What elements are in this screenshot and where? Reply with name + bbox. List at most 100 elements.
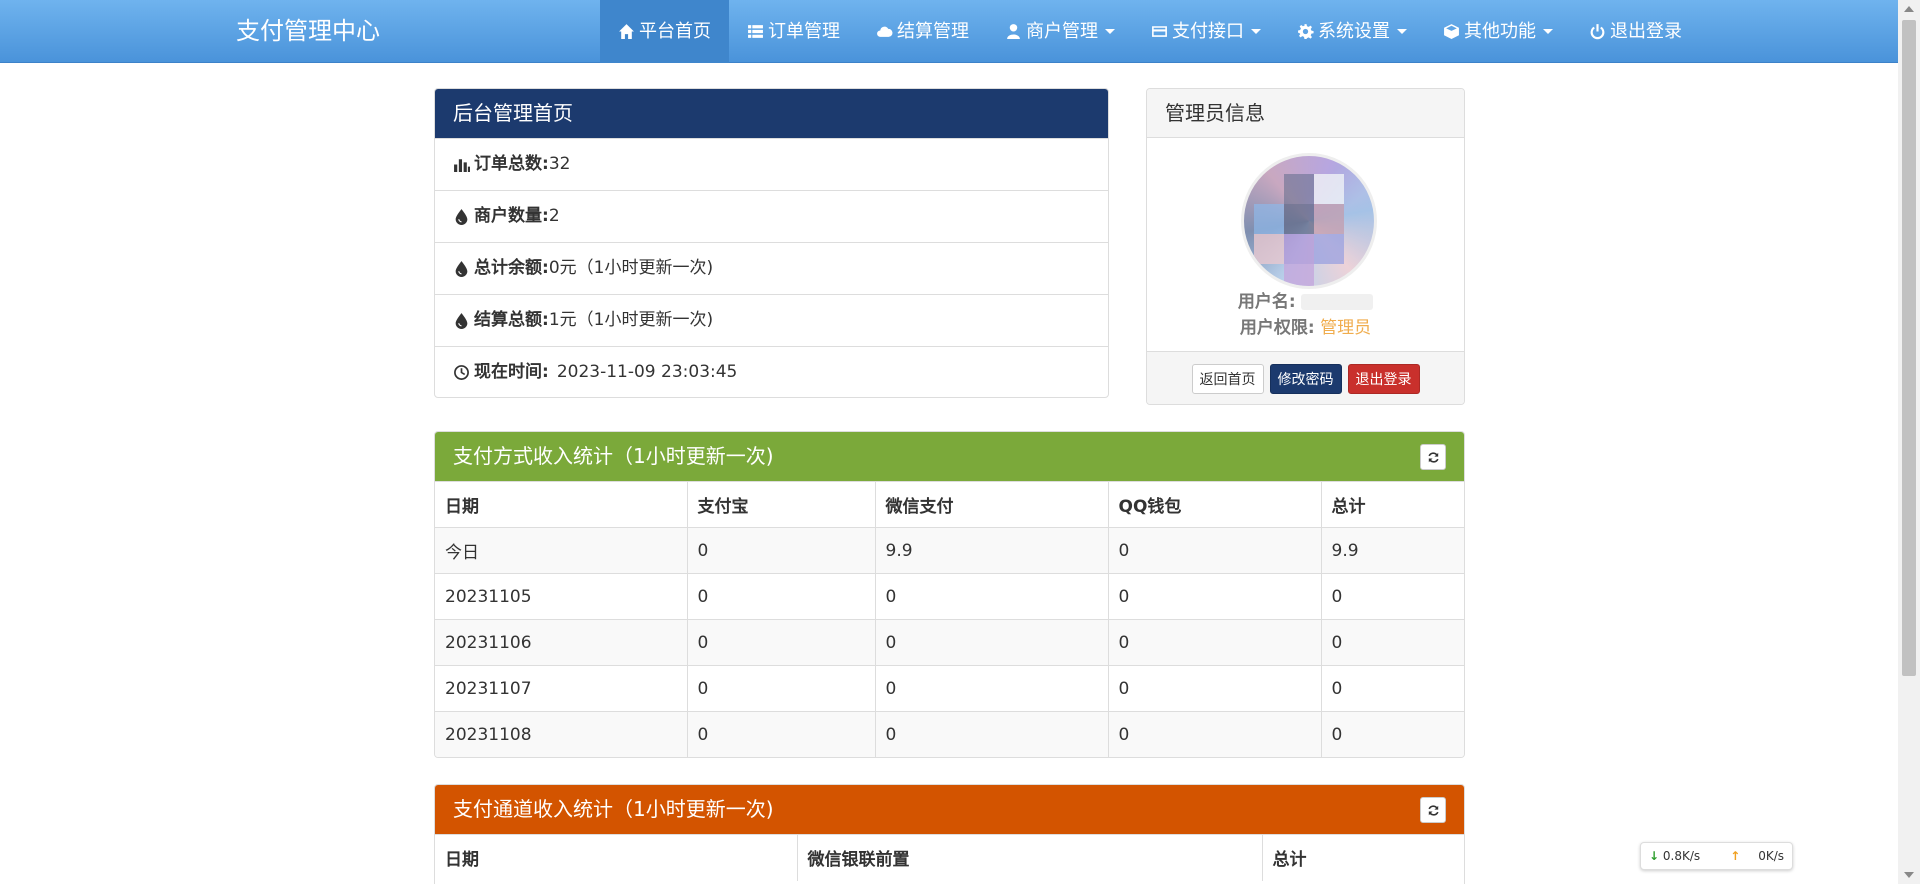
cube-icon [1444, 24, 1459, 39]
arrow-down-icon: ↓ [1649, 849, 1660, 863]
username-label: 用户名: [1237, 292, 1296, 312]
info-label: 现在时间: [474, 362, 549, 382]
role-value: 管理员 [1320, 318, 1372, 338]
nav-item-label: 订单管理 [768, 21, 840, 42]
info-value: 1元（1小时更新一次) [548, 310, 714, 330]
info-value: 0元（1小时更新一次) [548, 258, 714, 278]
drop-icon [455, 261, 468, 277]
table-cell: 20231107 [435, 665, 688, 712]
list-icon [748, 25, 763, 38]
nav-item-label: 支付接口 [1172, 21, 1244, 42]
scroll-down-arrow-icon[interactable] [1904, 872, 1914, 878]
nav-item-label: 结算管理 [897, 21, 969, 42]
column-header: 总计 [1321, 481, 1464, 528]
payment-method-stats-table: 日期 支付宝 微信支付 QQ钱包 总计 今日 0 9.9 0 9.9 20231… [435, 481, 1464, 757]
table-row: 20231106 0 0 0 0 [435, 619, 1464, 666]
nav-item-orders[interactable]: 订单管理 [729, 0, 858, 63]
nav-item-settlement[interactable]: 结算管理 [858, 0, 987, 63]
table-cell: 0 [687, 527, 876, 574]
upload-speed-value: 0K/s [1758, 849, 1784, 863]
table-cell: 0 [1321, 665, 1464, 712]
table-cell: 今日 [435, 527, 688, 574]
panel-header: 支付通道收入统计（1小时更新一次) [435, 785, 1464, 834]
info-row-total-balance: 总计余额: 0元（1小时更新一次) [435, 242, 1108, 294]
refresh-button[interactable] [1420, 444, 1446, 470]
scroll-up-arrow-icon[interactable] [1904, 6, 1914, 12]
nav-item-system-settings[interactable]: 系统设置 [1279, 0, 1425, 63]
admin-actions: 返回首页 修改密码 退出登录 [1147, 351, 1464, 404]
column-header: QQ钱包 [1108, 481, 1322, 528]
nav-item-payment-api[interactable]: 支付接口 [1133, 0, 1279, 63]
panel-title: 支付通道收入统计（1小时更新一次) [453, 797, 774, 821]
admin-info-panel: 管理员信息 用户名: 用户权限: 管理员 返回首页 修改密码 退出登录 [1146, 88, 1465, 405]
home-icon [619, 24, 634, 39]
refresh-icon [1427, 451, 1439, 463]
admin-username: 用户名: [1147, 287, 1464, 312]
drop-icon [455, 313, 468, 329]
table-cell: 0 [875, 665, 1109, 712]
table-cell: 0 [875, 619, 1109, 666]
nav-item-other-functions[interactable]: 其他功能 [1425, 0, 1571, 63]
cloud-icon [877, 26, 893, 37]
refresh-icon [1427, 804, 1439, 816]
table-cell: 0 [1321, 573, 1464, 620]
nav-item-home[interactable]: 平台首页 [600, 0, 729, 63]
network-speed-widget[interactable]: ↓ 0.8K/s ↑ 0K/s [1640, 842, 1793, 870]
table-header-row: 日期 支付宝 微信支付 QQ钱包 总计 [435, 481, 1464, 528]
table-cell: 0 [1108, 711, 1322, 757]
download-speed: ↓ 0.8K/s [1649, 849, 1700, 863]
table-cell: 0 [687, 711, 876, 757]
clock-icon [454, 365, 469, 380]
table-row: 20231107 0 0 0 0 [435, 665, 1464, 712]
info-row-merchant-count: 商户数量: 2 [435, 190, 1108, 242]
page-scrollbar[interactable] [1898, 0, 1920, 884]
info-row-order-count: 订单总数: 32 [435, 138, 1108, 190]
main-nav: 平台首页 订单管理 结算管理 商户管理 支付接口 系统设置 其他功能 退出登录 [600, 0, 1700, 63]
admin-role: 用户权限: 管理员 [1147, 313, 1464, 338]
payment-method-stats-panel: 支付方式收入统计（1小时更新一次) 日期 支付宝 微信支付 QQ钱包 总计 今日… [434, 431, 1465, 758]
table-row: 20231108 0 0 0 0 [435, 711, 1464, 757]
column-header: 微信银联前置 [797, 834, 1263, 881]
table-cell: 0 [1321, 619, 1464, 666]
table-row: 20231105 0 0 0 0 [435, 573, 1464, 620]
column-header: 总计 [1262, 834, 1464, 881]
drop-icon [455, 209, 468, 225]
info-value: 2 [548, 206, 560, 226]
info-value: 2023-11-09 23:03:45 [556, 362, 738, 382]
table-cell: 0 [875, 711, 1109, 757]
role-label: 用户权限: [1239, 318, 1315, 338]
power-icon [1590, 24, 1605, 40]
nav-item-merchants[interactable]: 商户管理 [987, 0, 1133, 63]
info-label: 结算总额: [474, 310, 549, 330]
info-value: 32 [548, 154, 571, 174]
table-cell: 0 [875, 573, 1109, 620]
back-home-button[interactable]: 返回首页 [1191, 363, 1264, 394]
info-label: 订单总数: [474, 154, 549, 174]
table-cell: 0 [1108, 527, 1322, 574]
top-navbar: 支付管理中心 平台首页 订单管理 结算管理 商户管理 支付接口 系统设置 其他功… [0, 0, 1898, 63]
table-row: 今日 0 9.9 0 9.9 [435, 527, 1464, 574]
table-cell: 20231105 [435, 573, 688, 620]
logout-button[interactable]: 退出登录 [1347, 363, 1420, 394]
table-cell: 0 [1108, 665, 1322, 712]
nav-item-label: 商户管理 [1026, 21, 1098, 42]
chevron-down-icon [1251, 29, 1261, 34]
column-header: 日期 [435, 481, 688, 528]
change-password-button[interactable]: 修改密码 [1269, 363, 1342, 394]
bar-chart-icon [454, 159, 470, 172]
gear-icon [1298, 24, 1314, 39]
arrow-up-icon: ↑ [1730, 849, 1741, 863]
brand-title[interactable]: 支付管理中心 [236, 0, 380, 63]
info-label: 总计余额: [474, 258, 549, 278]
nav-item-logout[interactable]: 退出登录 [1571, 0, 1700, 63]
nav-item-label: 其他功能 [1464, 21, 1536, 42]
scrollbar-thumb[interactable] [1902, 20, 1916, 676]
table-cell: 9.9 [875, 527, 1109, 574]
info-label: 商户数量: [474, 206, 549, 226]
table-cell: 20231108 [435, 711, 688, 757]
refresh-button[interactable] [1420, 797, 1446, 823]
column-header: 日期 [435, 834, 798, 881]
table-cell: 0 [1321, 711, 1464, 757]
panel-title: 支付方式收入统计（1小时更新一次) [453, 444, 774, 468]
payment-channel-stats-table: 日期 微信银联前置 总计 [435, 834, 1464, 881]
